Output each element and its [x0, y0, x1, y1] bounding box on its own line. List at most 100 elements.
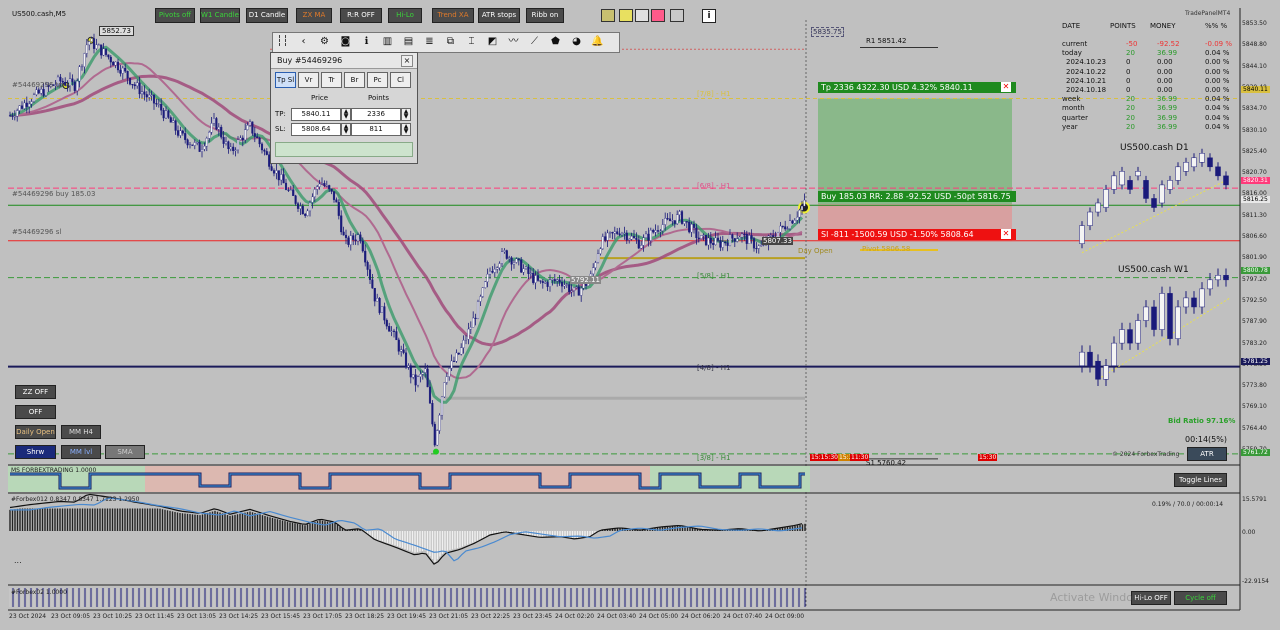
candle-body [803, 199, 806, 207]
candle-body [481, 287, 484, 297]
candle-body [100, 44, 103, 56]
mm-all-button[interactable]: MM lvl [61, 445, 101, 459]
toggle-button-6[interactable]: Trend XA [432, 8, 474, 23]
candle-body [688, 221, 691, 233]
toggle-button-2[interactable]: D1 Candle [246, 8, 288, 23]
candle-body [337, 202, 340, 216]
buy-line-label: #54469296 buy 185.03 [12, 190, 96, 198]
toggle-button-4[interactable]: R:R OFF [340, 8, 382, 23]
close-icon[interactable]: × [401, 55, 413, 67]
candle-body [683, 221, 686, 224]
sl-points-field[interactable]: 811 [351, 123, 401, 136]
candle-body [330, 188, 333, 192]
y-axis-label: 5853.50 [1242, 20, 1267, 27]
top-price-tag: 5835.75 [811, 27, 844, 37]
tp-points-spinner-icon[interactable]: ▲ ▼ [401, 108, 411, 121]
toggle-button-1[interactable]: W1 Candle [200, 8, 240, 23]
execute-bar[interactable] [275, 142, 413, 157]
stats-row-7-points: 20 [1126, 104, 1135, 113]
candle-body [733, 238, 736, 242]
color-swatch-1[interactable] [619, 9, 633, 22]
y-axis-label: 5764.40 [1242, 424, 1267, 432]
daily-open-button[interactable]: Daily Open [15, 425, 56, 439]
atr-button[interactable]: ATR [1187, 447, 1227, 461]
candle-body [359, 234, 362, 242]
bar-chart-icon[interactable]: ▥ [379, 33, 396, 50]
pen-icon[interactable]: ◩ [484, 33, 501, 50]
tp-price-spinner-icon[interactable]: ▲ ▼ [341, 108, 351, 121]
toggle-button-0[interactable]: Pivots off [155, 8, 195, 23]
d1-candle [1151, 198, 1157, 208]
bell-icon[interactable]: 🔔 [589, 33, 606, 50]
draw-line-icon[interactable]: ⟋ [526, 33, 543, 50]
copy-icon[interactable]: ⧉ [442, 33, 459, 50]
stats-row-9-points: 20 [1126, 122, 1135, 131]
candle-body [618, 233, 621, 236]
candle-body [400, 349, 403, 352]
panel-tab-vr[interactable]: Vr [298, 72, 319, 88]
candle-body [284, 182, 288, 190]
candle-body [349, 235, 352, 245]
y-axis-label: 5769.10 [1242, 403, 1267, 411]
mm-h4-button[interactable]: MM H4 [61, 425, 101, 439]
gear-icon[interactable]: ⚙ [316, 33, 333, 50]
cycle-button[interactable]: Cycle off [1174, 591, 1227, 605]
info-icon[interactable]: i [702, 9, 716, 23]
tp-bar[interactable]: Tp 2336 4322.30 USD 4.32% 5840.11 [818, 82, 1016, 93]
color-swatch-3[interactable] [651, 9, 665, 22]
sl-price-spinner-icon[interactable]: ▲ ▼ [341, 123, 351, 136]
candle-body [265, 151, 268, 155]
candle-body [565, 284, 568, 286]
toggle-button-8[interactable]: Ribb on [526, 8, 564, 23]
candle-body [611, 232, 614, 234]
pie-chart-icon[interactable]: ◕ [568, 33, 585, 50]
panel-tab-tr[interactable]: Tr [321, 72, 342, 88]
toggle-button-7[interactable]: ATR stops [478, 8, 520, 23]
show-button[interactable]: Shrw [15, 445, 56, 459]
text-cursor-icon[interactable]: ⌶ [463, 33, 480, 50]
sl-price-field[interactable]: 5808.64 [291, 123, 341, 136]
info-icon[interactable]: ℹ [358, 33, 375, 50]
shield-icon[interactable]: ⬟ [547, 33, 564, 50]
trend-icon[interactable]: 〰 [505, 33, 522, 50]
candle-body [157, 103, 160, 106]
sl-points-spinner-icon[interactable]: ▲ ▼ [401, 123, 411, 136]
sma-button[interactable]: SMA [105, 445, 145, 459]
x-axis-label: 23 Oct 2024 [9, 613, 47, 620]
color-swatch-4[interactable] [670, 9, 684, 22]
chart-canvas[interactable] [0, 0, 1280, 630]
tp-price-field[interactable]: 5840.11 [291, 108, 341, 121]
table-icon[interactable]: ▤ [400, 33, 417, 50]
grip-icon[interactable]: ┆┆ [274, 33, 291, 50]
stats-row-9-pct: 0.04 % [1205, 122, 1230, 131]
stats-row-2-money: 0.00 [1157, 58, 1173, 67]
candle-body [680, 211, 684, 224]
camera-icon[interactable]: ◙ [337, 33, 354, 50]
color-swatch-2[interactable] [635, 9, 649, 22]
panel-tab-pc[interactable]: Pc [367, 72, 388, 88]
candle-body [150, 94, 153, 96]
panel-tab-cl[interactable]: Cl [390, 72, 411, 88]
color-swatch-0[interactable] [601, 9, 615, 22]
panel-tab-tp-sl[interactable]: Tp Sl [275, 72, 296, 88]
tp-points-field[interactable]: 2336 [351, 108, 401, 121]
back-arrow-icon[interactable]: ‹ [295, 33, 312, 50]
candle-body [637, 239, 640, 249]
w1-candle [1095, 360, 1101, 380]
entry-bar[interactable]: Buy 185.03 RR: 2.88 -92.52 USD -50pt 581… [818, 191, 1016, 202]
candle-body [510, 257, 513, 265]
levels-icon[interactable]: ≣ [421, 33, 438, 50]
off-button[interactable]: OFF [15, 405, 56, 419]
panel-tab-br[interactable]: Br [344, 72, 365, 88]
zz-off-button[interactable]: ZZ OFF [15, 385, 56, 399]
w1-candle [1103, 365, 1109, 380]
sl-close-icon[interactable]: ✕ [1001, 229, 1011, 239]
candle-body [388, 326, 391, 332]
candle-body [143, 91, 146, 95]
toggle-button-5[interactable]: Hi-Lo [388, 8, 422, 23]
sl-bar[interactable]: Sl -811 -1500.59 USD -1.50% 5808.64 [818, 229, 1016, 240]
toggle-button-3[interactable]: ZX MA [296, 8, 332, 23]
tp-close-icon[interactable]: ✕ [1001, 82, 1011, 92]
murrey-58-label: [5/8] - H1 [697, 272, 731, 280]
toggle-lines-button[interactable]: Toggle Lines [1174, 473, 1227, 487]
